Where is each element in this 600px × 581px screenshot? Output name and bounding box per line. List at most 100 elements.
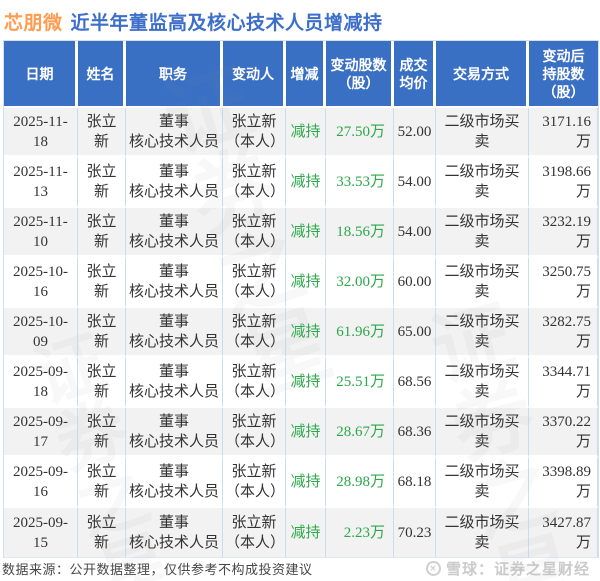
col-header-direction: 增减 xyxy=(286,41,326,108)
cell-method: 二级市场买卖 xyxy=(436,308,529,358)
cell-name: 张立新 xyxy=(78,258,126,308)
cell-shares: 27.50万 xyxy=(326,108,394,158)
footer: 数据来源：公开数据整理，仅供参考不构成投资建议 ✕ 雪球：证券之星财经 xyxy=(0,557,600,579)
table-header: 日期 姓名 职务 变动人 增减 变动股数 （股） 成交 均价 交易方式 变动后 持股数 （股） xyxy=(4,41,598,108)
cell-changer: 张立新 （本人） xyxy=(223,358,286,408)
cell-date: 2025-11-18 xyxy=(4,108,78,158)
cell-name: 张立新 xyxy=(78,208,126,258)
cell-name: 张立新 xyxy=(78,358,126,408)
cell-price: 68.56 xyxy=(394,358,436,408)
cell-position: 董事 核心技术人员 xyxy=(126,508,223,558)
cell-price: 60.00 xyxy=(394,258,436,308)
brand-text: 雪球：证券之星财经 xyxy=(445,560,590,578)
cell-direction: 减持 xyxy=(286,258,326,308)
cell-position: 董事 核心技术人员 xyxy=(126,458,223,508)
cell-position: 董事 核心技术人员 xyxy=(126,158,223,208)
cell-date: 2025-09-17 xyxy=(4,408,78,458)
cell-after: 3398.89万 xyxy=(529,458,598,508)
table-row: 2025-09-17 张立新 董事 核心技术人员 张立新 （本人） 减持 28.67万 68… xyxy=(4,408,598,458)
cell-after: 3171.16万 xyxy=(529,108,598,158)
cell-method: 二级市场买卖 xyxy=(436,408,529,458)
col-header-position: 职务 xyxy=(126,41,223,108)
cell-direction: 减持 xyxy=(286,508,326,558)
table-row: 2025-10-16 张立新 董事 核心技术人员 张立新 （本人） 减持 32.00万 60… xyxy=(4,258,598,308)
cell-name: 张立新 xyxy=(78,508,126,558)
cell-name: 张立新 xyxy=(78,458,126,508)
table-row: 2025-09-18 张立新 董事 核心技术人员 张立新 （本人） 减持 25.51万 68… xyxy=(4,358,598,408)
cell-direction: 减持 xyxy=(286,408,326,458)
cell-shares: 18.56万 xyxy=(326,208,394,258)
cell-date: 2025-09-16 xyxy=(4,458,78,508)
cell-direction: 减持 xyxy=(286,458,326,508)
xueqiu-logo-icon: ✕ xyxy=(425,560,441,576)
cell-name: 张立新 xyxy=(78,158,126,208)
cell-method: 二级市场买卖 xyxy=(436,258,529,308)
cell-method: 二级市场买卖 xyxy=(436,358,529,408)
stock-name: 芯朋微 xyxy=(4,13,63,34)
cell-method: 二级市场买卖 xyxy=(436,458,529,508)
cell-direction: 减持 xyxy=(286,208,326,258)
cell-date: 2025-09-18 xyxy=(4,358,78,408)
cell-name: 张立新 xyxy=(78,308,126,358)
col-header-shares: 变动股数 （股） xyxy=(326,41,394,108)
table-row: 2025-11-18 张立新 董事 核心技术人员 张立新 （本人） 减持 27.50万 52… xyxy=(4,108,598,158)
cell-changer: 张立新 （本人） xyxy=(223,108,286,158)
col-header-date: 日期 xyxy=(4,41,78,108)
cell-shares: 32.00万 xyxy=(326,258,394,308)
cell-method: 二级市场买卖 xyxy=(436,508,529,558)
table-row: 2025-09-15 张立新 董事 核心技术人员 张立新 （本人） 减持 2.23万 70.… xyxy=(4,508,598,558)
cell-after: 3198.66万 xyxy=(529,158,598,208)
cell-position: 董事 核心技术人员 xyxy=(126,108,223,158)
cell-date: 2025-11-10 xyxy=(4,208,78,258)
cell-shares: 28.67万 xyxy=(326,408,394,458)
cell-direction: 减持 xyxy=(286,358,326,408)
col-header-method: 交易方式 xyxy=(436,41,529,108)
page-title: 芯朋微 近半年董监高及核心技术人员增减持 xyxy=(0,0,600,38)
cell-price: 70.23 xyxy=(394,508,436,558)
cell-after: 3282.75万 xyxy=(529,308,598,358)
cell-price: 68.18 xyxy=(394,458,436,508)
cell-method: 二级市场买卖 xyxy=(436,158,529,208)
cell-position: 董事 核心技术人员 xyxy=(126,208,223,258)
cell-method: 二级市场买卖 xyxy=(436,208,529,258)
table-row: 2025-11-10 张立新 董事 核心技术人员 张立新 （本人） 减持 18.56万 54… xyxy=(4,208,598,258)
cell-changer: 张立新 （本人） xyxy=(223,408,286,458)
cell-date: 2025-09-15 xyxy=(4,508,78,558)
cell-method: 二级市场买卖 xyxy=(436,108,529,158)
cell-direction: 减持 xyxy=(286,308,326,358)
holdings-table: 日期 姓名 职务 变动人 增减 变动股数 （股） 成交 均价 交易方式 变动后 持股数 （股） … xyxy=(3,40,599,558)
cell-direction: 减持 xyxy=(286,158,326,208)
cell-date: 2025-10-16 xyxy=(4,258,78,308)
cell-price: 68.36 xyxy=(394,408,436,458)
cell-after: 3344.71万 xyxy=(529,358,598,408)
col-header-price: 成交 均价 xyxy=(394,41,436,108)
cell-changer: 张立新 （本人） xyxy=(223,258,286,308)
col-header-changer: 变动人 xyxy=(223,41,286,108)
cell-name: 张立新 xyxy=(78,108,126,158)
holdings-table-wrap: 日期 姓名 职务 变动人 增减 变动股数 （股） 成交 均价 交易方式 变动后 持股数 （股） … xyxy=(3,40,599,558)
cell-changer: 张立新 （本人） xyxy=(223,508,286,558)
cell-price: 52.00 xyxy=(394,108,436,158)
cell-shares: 25.51万 xyxy=(326,358,394,408)
cell-after: 3250.75万 xyxy=(529,258,598,308)
cell-changer: 张立新 （本人） xyxy=(223,308,286,358)
cell-shares: 28.98万 xyxy=(326,458,394,508)
title-text: 近半年董监高及核心技术人员增减持 xyxy=(70,13,383,34)
table-row: 2025-09-16 张立新 董事 核心技术人员 张立新 （本人） 减持 28.98万 68… xyxy=(4,458,598,508)
col-header-after: 变动后 持股数 （股） xyxy=(529,41,598,108)
cell-changer: 张立新 （本人） xyxy=(223,458,286,508)
cell-position: 董事 核心技术人员 xyxy=(126,358,223,408)
cell-shares: 33.53万 xyxy=(326,158,394,208)
cell-position: 董事 核心技术人员 xyxy=(126,258,223,308)
table-row: 2025-10-09 张立新 董事 核心技术人员 张立新 （本人） 减持 61.96万 65… xyxy=(4,308,598,358)
data-source-note: 数据来源：公开数据整理，仅供参考不构成投资建议 xyxy=(2,561,313,577)
cell-price: 54.00 xyxy=(394,208,436,258)
cell-shares: 2.23万 xyxy=(326,508,394,558)
cell-direction: 减持 xyxy=(286,108,326,158)
brand-badge: ✕ 雪球：证券之星财经 xyxy=(425,558,590,579)
col-header-name: 姓名 xyxy=(78,41,126,108)
cell-after: 3232.19万 xyxy=(529,208,598,258)
cell-changer: 张立新 （本人） xyxy=(223,208,286,258)
cell-date: 2025-10-09 xyxy=(4,308,78,358)
cell-position: 董事 核心技术人员 xyxy=(126,408,223,458)
